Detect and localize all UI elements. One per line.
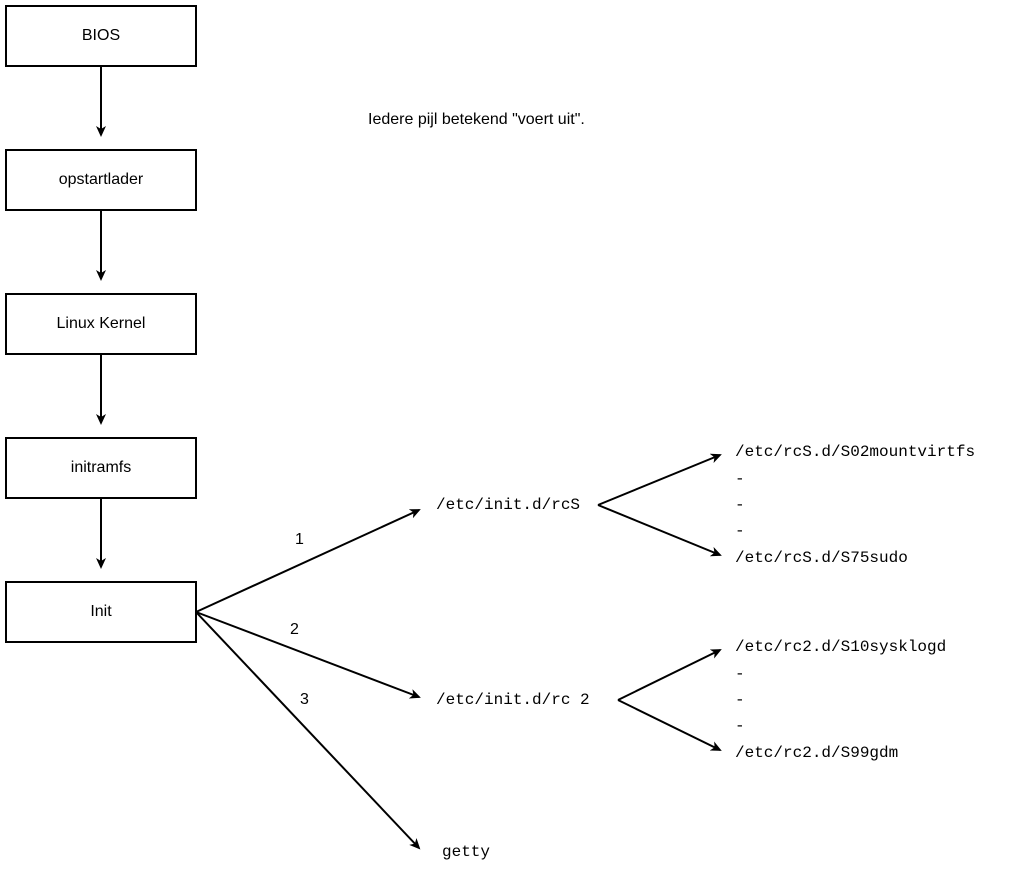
bios-label: BIOS: [82, 27, 120, 44]
arrow-rcS-to-first: [598, 455, 720, 505]
box-initramfs: initramfs: [6, 438, 196, 498]
box-kernel: Linux Kernel: [6, 294, 196, 354]
arrow-rc2-to-last: [618, 700, 720, 750]
arrow-init-to-rcS: [196, 510, 419, 612]
boot-sequence-diagram: BIOS opstartlader Linux Kernel initramfs…: [0, 0, 1024, 875]
path-rc2: /etc/init.d/rc 2: [436, 691, 590, 709]
arrow-init-to-rc2: [196, 612, 419, 697]
rc2-dash-2: -: [735, 691, 745, 709]
label-3: 3: [300, 691, 309, 708]
rcS-dash-2: -: [735, 496, 745, 514]
box-bios: BIOS: [6, 6, 196, 66]
kernel-label: Linux Kernel: [57, 315, 146, 332]
box-init: Init: [6, 582, 196, 642]
rc2-dash-3: -: [735, 717, 745, 735]
arrow-rcS-to-last: [598, 505, 720, 555]
path-rc2-last: /etc/rc2.d/S99gdm: [735, 744, 898, 762]
bootloader-label: opstartlader: [59, 171, 144, 188]
box-bootloader: opstartlader: [6, 150, 196, 210]
initramfs-label: initramfs: [71, 459, 131, 476]
init-label: Init: [90, 603, 112, 620]
path-rcS: /etc/init.d/rcS: [436, 496, 580, 514]
rcS-dash-3: -: [735, 522, 745, 540]
label-1: 1: [295, 531, 304, 548]
arrow-rc2-to-first: [618, 650, 720, 700]
path-rcS-last: /etc/rcS.d/S75sudo: [735, 549, 908, 567]
caption-text: Iedere pijl betekend "voert uit".: [368, 111, 585, 128]
label-2: 2: [290, 621, 299, 638]
rc2-dash-1: -: [735, 665, 745, 683]
rcS-dash-1: -: [735, 470, 745, 488]
path-rcS-first: /etc/rcS.d/S02mountvirtfs: [735, 443, 975, 461]
path-getty: getty: [442, 843, 490, 861]
path-rc2-first: /etc/rc2.d/S10sysklogd: [735, 638, 946, 656]
arrow-init-to-getty: [196, 612, 419, 848]
